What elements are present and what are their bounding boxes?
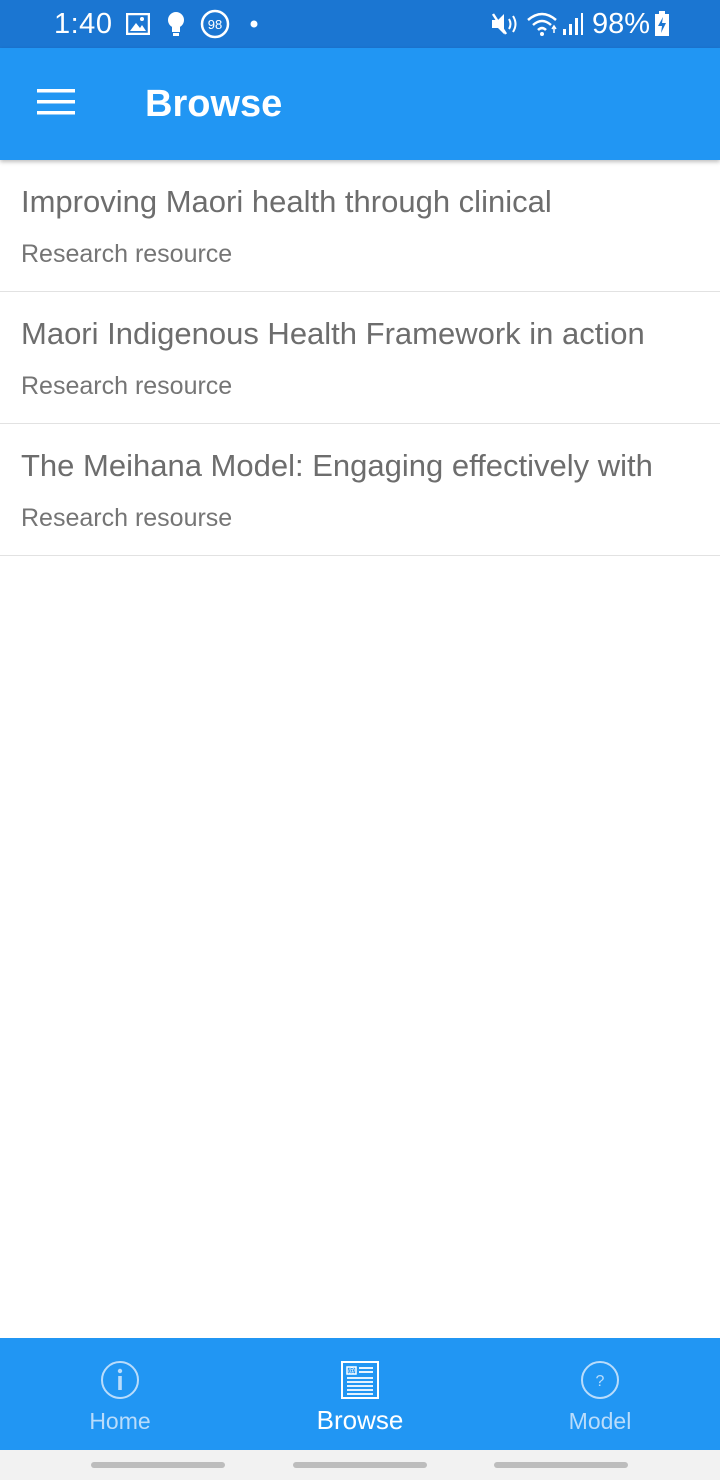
- nav-label-model: Model: [568, 1408, 632, 1434]
- list-item[interactable]: The Meihana Model: Engaging effectively …: [0, 424, 720, 556]
- battery-icon: [654, 11, 670, 37]
- resource-list: Improving Maori health through clinical …: [0, 160, 720, 556]
- nav-label-browse: Browse: [316, 1405, 404, 1435]
- menu-button[interactable]: [28, 78, 84, 130]
- wifi-icon: [526, 11, 558, 37]
- status-time: 1:40: [54, 7, 113, 40]
- hamburger-menu-icon: [37, 88, 75, 121]
- list-item-subtitle: Research resource: [21, 240, 233, 268]
- app-bar: Browse: [0, 48, 720, 160]
- svg-text:?: ?: [596, 1373, 605, 1390]
- list-item-subtitle: Research resource: [21, 372, 233, 400]
- newspaper-icon: @: [340, 1360, 380, 1400]
- signal-icon: [562, 12, 584, 36]
- screen: 1:40 98 98% Browse Improving Maori healt…: [0, 0, 720, 1480]
- list-item-subtitle: Research resourse: [21, 504, 233, 532]
- bulb-icon: [166, 11, 186, 37]
- question-icon: ?: [580, 1360, 620, 1400]
- image-icon: [126, 13, 151, 35]
- status-left: 1:40 98: [54, 0, 258, 48]
- list-item-title: The Meihana Model: Engaging effectively …: [21, 448, 653, 483]
- list-item[interactable]: Maori Indigenous Health Framework in act…: [0, 292, 720, 424]
- badge-count: 98: [208, 17, 222, 32]
- gesture-bar: [0, 1450, 720, 1480]
- badge-icon: 98: [200, 9, 230, 39]
- gesture-pill-right[interactable]: [494, 1462, 628, 1468]
- battery-level: 98%: [591, 7, 650, 40]
- nav-label-home: Home: [89, 1408, 151, 1434]
- status-bar: 1:40 98 98%: [0, 0, 720, 48]
- list-item-title: Maori Indigenous Health Framework in act…: [21, 316, 645, 351]
- nav-item-model[interactable]: ? Model: [480, 1338, 720, 1450]
- gesture-pill-left[interactable]: [91, 1462, 225, 1468]
- page-title: Browse: [145, 83, 283, 125]
- status-right: 98%: [490, 0, 670, 48]
- nav-item-browse[interactable]: @ Browse: [240, 1338, 480, 1450]
- nav-item-home[interactable]: Home: [0, 1338, 240, 1450]
- list-item-title: Improving Maori health through clinical: [21, 184, 552, 219]
- gesture-pill-center[interactable]: [293, 1462, 427, 1468]
- dot-icon: [250, 20, 258, 28]
- list-item[interactable]: Improving Maori health through clinical …: [0, 160, 720, 292]
- bottom-nav: Home @ Browse ? Model: [0, 1338, 720, 1450]
- info-icon: [100, 1360, 140, 1400]
- svg-text:@: @: [348, 1368, 355, 1375]
- mute-icon: [490, 11, 518, 37]
